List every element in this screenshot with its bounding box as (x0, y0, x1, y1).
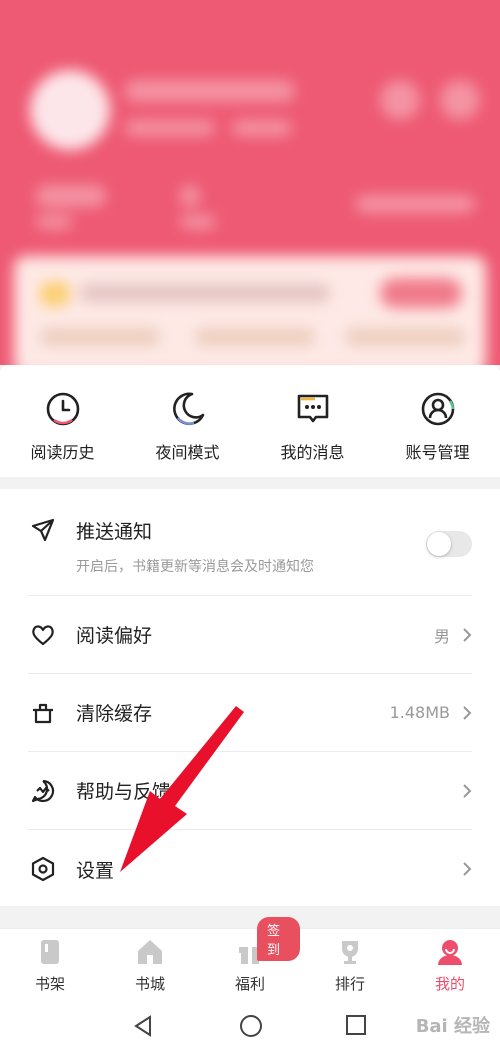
chevron-right-icon (463, 862, 472, 876)
bookshelf-icon (41, 940, 59, 964)
tab-ranking[interactable]: 排行 (300, 929, 400, 1000)
tab-ranking-label: 排行 (334, 975, 365, 993)
tab-welfare-label: 福利 (234, 975, 265, 993)
pot-icon (33, 703, 53, 723)
chevron-right-icon (463, 783, 472, 798)
reading-history-label: 阅读历史 (30, 443, 95, 462)
trophy-icon (342, 941, 358, 964)
night-mode-label: 夜间模式 (155, 443, 220, 462)
account-management-button[interactable]: 账号管理 (375, 365, 500, 477)
chevron-right-icon (463, 627, 472, 642)
tab-mine[interactable]: 我的 (400, 929, 500, 1000)
tab-mine-label: 我的 (434, 975, 465, 993)
profile-header (0, 0, 500, 365)
settings-list: 推送通知 开启后，书籍更新等消息会及时通知您 阅读偏好 男 清除缓存 1.48M… (0, 489, 500, 906)
settings-title: 设置 (76, 859, 115, 882)
avatar[interactable] (30, 70, 110, 150)
push-notification-toggle[interactable] (426, 531, 472, 557)
night-mode-button[interactable]: 夜间模式 (125, 365, 250, 477)
help-feedback-icon (31, 779, 55, 802)
paper-plane-icon (31, 518, 55, 542)
clock-icon (46, 392, 79, 426)
my-messages-label: 我的消息 (280, 443, 345, 462)
tab-bookstore-label: 书城 (134, 975, 165, 993)
account-icon (421, 392, 454, 426)
reading-preference-title: 阅读偏好 (76, 625, 153, 647)
quick-actions: 阅读历史 夜间模式 我的消息 账号管理 (0, 365, 500, 477)
cache-size-value: 1.48MB (389, 703, 450, 722)
push-notification-subtitle: 开启后，书籍更新等消息会及时通知您 (76, 559, 314, 575)
clear-cache-row[interactable]: 清除缓存 1.48MB (28, 674, 472, 752)
help-feedback-title: 帮助与反馈 (76, 781, 172, 803)
tab-welfare[interactable]: 签到 福利 (200, 917, 300, 1000)
check-in-badge: 签到 (257, 917, 300, 961)
account-management-label: 账号管理 (405, 443, 470, 462)
bottom-tab-bar: 书架 书城 签到 福利 排行 我的 (0, 917, 500, 1000)
watermark: Bai 经验 (415, 1016, 490, 1037)
home-icon (138, 940, 162, 964)
clear-cache-title: 清除缓存 (76, 703, 153, 725)
home-circle-icon[interactable] (239, 1014, 263, 1038)
chevron-right-icon (463, 705, 472, 720)
push-notification-title: 推送通知 (76, 521, 153, 543)
back-icon[interactable] (132, 1014, 154, 1038)
tab-bookshelf[interactable]: 书架 (0, 929, 100, 1000)
hexagon-settings-icon (31, 856, 55, 882)
moon-icon (172, 392, 204, 426)
reading-preference-value: 男 (433, 626, 450, 646)
settings-row[interactable]: 设置 (28, 830, 472, 908)
recents-square-icon[interactable] (345, 1014, 367, 1036)
reading-preference-row[interactable]: 阅读偏好 男 (28, 596, 472, 674)
tab-bookshelf-label: 书架 (34, 975, 65, 993)
tab-bookstore[interactable]: 书城 (100, 929, 200, 1000)
push-notification-row: 推送通知 开启后，书籍更新等消息会及时通知您 (28, 489, 472, 596)
heart-icon (32, 624, 54, 645)
reading-history-button[interactable]: 阅读历史 (0, 365, 125, 477)
help-feedback-row[interactable]: 帮助与反馈 (28, 752, 472, 830)
profile-icon (438, 940, 462, 965)
my-messages-button[interactable]: 我的消息 (250, 365, 375, 477)
message-icon (297, 394, 328, 423)
